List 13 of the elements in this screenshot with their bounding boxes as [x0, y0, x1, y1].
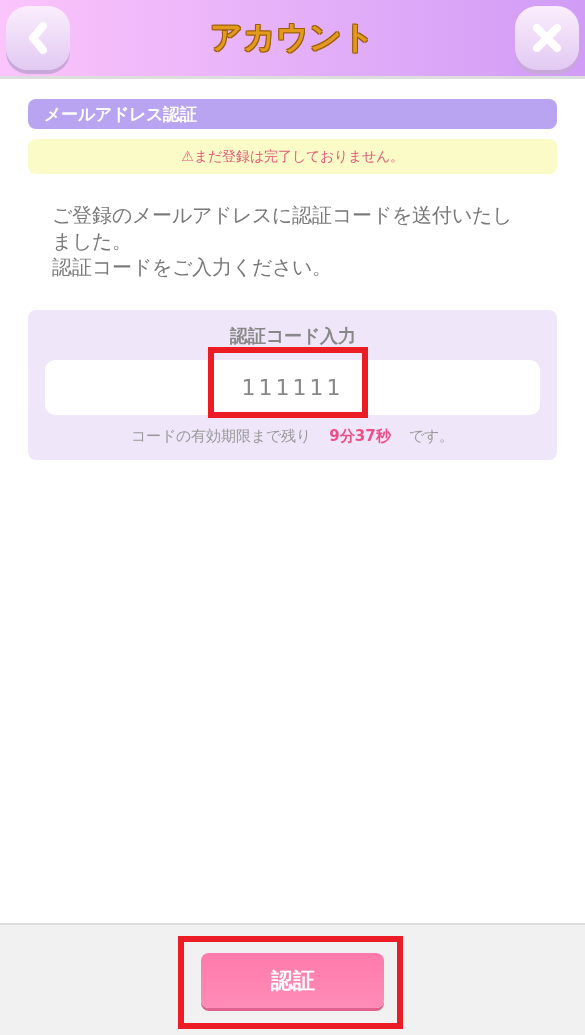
message-text: 認証コードをご入力ください。 — [52, 254, 333, 280]
remaining-time: 9分37秒 — [329, 427, 391, 446]
expiry-text: です。 — [408, 427, 454, 446]
message-text: ご登録のメールアドレスに認証コードを送付いたしました。 — [52, 202, 513, 254]
back-chevron-icon — [29, 22, 47, 54]
field-label: 認証コード入力 — [229, 324, 356, 348]
expiry-text: コードの有効期限まで残り — [131, 427, 312, 446]
section-header: メールアドレス認証 — [28, 99, 557, 129]
verify-button[interactable]: 認証 — [201, 953, 384, 1008]
screen-title: アカウント — [210, 17, 375, 58]
close-icon — [533, 24, 561, 52]
warning-banner: ⚠まだ登録は完了しておりません。 — [28, 139, 557, 174]
code-input-field[interactable]: 111111 — [45, 360, 540, 415]
